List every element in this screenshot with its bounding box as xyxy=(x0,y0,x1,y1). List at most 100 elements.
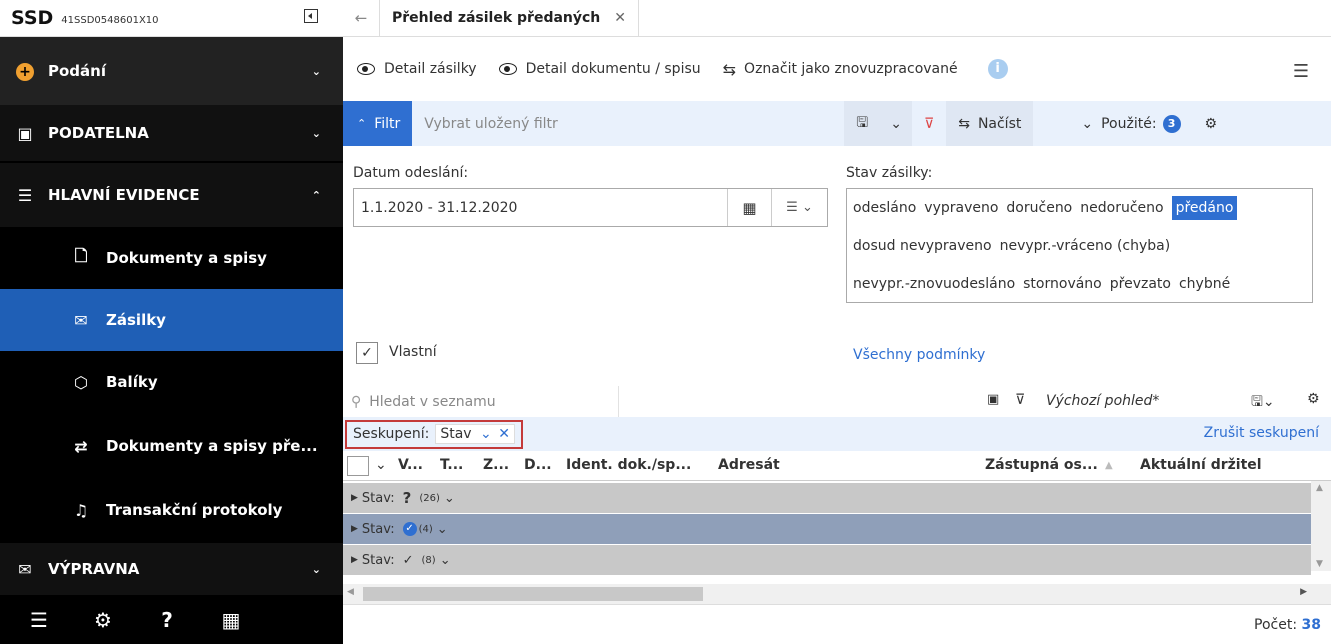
sidebar-item-hlavni-evidence[interactable]: ☰ HLAVNÍ EVIDENCE ⌃ xyxy=(0,163,343,227)
detail-document-label: Detail dokumentu / spisu xyxy=(525,61,701,77)
list-search-row: ⚲ Hledat v seznamu ▣ ⊽ Výchozí pohled* 🖫… xyxy=(343,386,1331,417)
column-header[interactable]: Aktuální držitel xyxy=(1140,457,1262,473)
close-icon[interactable]: ✕ xyxy=(614,10,626,26)
filter-icon[interactable]: ⊽ xyxy=(1015,392,1025,408)
menu-icon[interactable]: ☰ xyxy=(1293,61,1309,82)
calendar-icon[interactable]: ▦ xyxy=(727,189,771,226)
own-checkbox[interactable]: ✓ xyxy=(356,342,378,364)
used-label: Použité: xyxy=(1101,115,1157,132)
group-row[interactable]: ▶ Stav: ✓ (8) ⌄ xyxy=(343,545,1311,575)
state-option[interactable]: převzato xyxy=(1110,276,1171,292)
sidebar-item-baliky[interactable]: ⬡ Balíky xyxy=(0,351,343,413)
filter-toggle-button[interactable]: ⌃ Filtr xyxy=(343,101,413,146)
mark-reprocessed-button[interactable]: ⇆ Označit jako znovuzpracované xyxy=(723,60,958,79)
chevron-down-icon[interactable]: ⌄ xyxy=(437,522,448,537)
group-label: Stav: xyxy=(361,521,395,537)
grouping-bar: Seskupení: Stav ⌄ ✕ Zrušit seskupení xyxy=(343,417,1331,451)
date-range-field[interactable]: 1.1.2020 - 31.12.2020 ▦ ☰ ⌄ xyxy=(353,188,828,227)
state-option-selected[interactable]: předáno xyxy=(1171,196,1238,220)
tab-prehled-zasilek[interactable]: Přehled zásilek předaných ✕ xyxy=(379,0,640,37)
state-option[interactable]: dosud nevypraveno xyxy=(853,238,992,254)
chevron-up-icon: ⌃ xyxy=(357,117,367,130)
sidebar-item-dokumenty[interactable]: 🗋 Dokumenty a spisy xyxy=(0,227,343,289)
group-row[interactable]: ▶ Stav: ✓ (4) ⌄ xyxy=(343,514,1311,544)
group-row[interactable]: ▶ Stav: ? (26) ⌄ xyxy=(343,483,1311,513)
scroll-up-icon[interactable]: ▲ xyxy=(1316,483,1323,493)
load-button[interactable]: ⇆ Načíst xyxy=(946,101,1034,146)
state-option[interactable]: nevypr.-znovuodesláno xyxy=(853,276,1015,292)
all-conditions-link[interactable]: Všechny podmínky xyxy=(853,347,985,363)
state-option[interactable]: odesláno xyxy=(853,200,916,216)
eye-icon xyxy=(498,63,517,75)
list-icon[interactable]: ☰ xyxy=(14,608,64,632)
filter-dropdown-button[interactable]: ⌄ xyxy=(880,101,912,146)
sidebar-item-transakcni-protokoly[interactable]: ♫ Transakční protokoly xyxy=(0,479,343,541)
detail-shipment-button[interactable]: Detail zásilky xyxy=(357,61,477,77)
scroll-left-icon[interactable]: ◀ xyxy=(347,587,354,597)
list-search-input[interactable]: ⚲ Hledat v seznamu xyxy=(343,386,619,417)
scroll-right-icon[interactable]: ▶ xyxy=(1300,587,1307,597)
excel-export-icon[interactable]: ▣ xyxy=(987,392,999,407)
cancel-grouping-link[interactable]: Zrušit seskupení xyxy=(1204,425,1319,441)
save-filter-button[interactable]: 🖫 xyxy=(844,101,881,146)
back-arrow-icon[interactable]: ← xyxy=(343,9,379,27)
close-icon[interactable]: ✕ xyxy=(498,426,510,442)
collapse-sidebar-icon[interactable] xyxy=(304,9,318,23)
column-header[interactable]: Ident. dok./sp... xyxy=(566,457,691,473)
vertical-scrollbar[interactable]: ▲ ▼ xyxy=(1311,481,1331,571)
column-header[interactable]: V... xyxy=(398,457,423,473)
group-count: (26) xyxy=(419,492,440,504)
help-icon[interactable]: ? xyxy=(142,608,192,632)
grouping-tag[interactable]: Stav ⌄ ✕ xyxy=(435,424,515,444)
filter-actions: 🖫 ⌄ ⊽ ⇆ Načíst ⌄ Použité: 3 ⚙ xyxy=(844,101,1229,146)
clear-filter-button[interactable]: ⊽ xyxy=(912,101,946,146)
chevron-down-icon[interactable]: ⌄ xyxy=(480,426,492,442)
inbox-icon: ▣ xyxy=(17,123,33,143)
sidebar-item-podatelna[interactable]: ▣ PODATELNA ⌄ xyxy=(0,105,343,161)
used-filters-button[interactable]: ⌄ Použité: 3 xyxy=(1069,101,1192,146)
gear-icon[interactable]: ⚙ xyxy=(1307,391,1320,407)
sidebar-item-vypravna[interactable]: ✉ VÝPRAVNA ⌄ xyxy=(0,543,343,595)
info-icon[interactable]: i xyxy=(987,59,1008,79)
mark-reprocessed-label: Označit jako znovuzpracované xyxy=(744,61,958,77)
sidebar-item-podani[interactable]: + Podání ⌄ xyxy=(0,37,343,105)
sidebar-item-zasilky[interactable]: ✉ Zásilky xyxy=(0,289,343,351)
scrollbar-thumb[interactable] xyxy=(363,587,703,601)
column-menu-icon[interactable]: ⌄ xyxy=(375,457,387,473)
saved-filter-select[interactable]: Vybrat uložený filtr xyxy=(424,116,844,132)
expand-icon[interactable]: ▶ xyxy=(351,493,358,503)
calendar-icon[interactable]: ▦ xyxy=(206,608,256,632)
column-header[interactable]: Adresát xyxy=(718,457,780,473)
detail-shipment-label: Detail zásilky xyxy=(384,61,477,77)
column-header[interactable]: Z... xyxy=(483,457,509,473)
view-name[interactable]: Výchozí pohled* xyxy=(1046,393,1159,409)
package-icon: ⬡ xyxy=(74,372,88,392)
select-all-checkbox[interactable] xyxy=(347,456,369,476)
column-header[interactable]: T... xyxy=(440,457,463,473)
scroll-down-icon[interactable]: ▼ xyxy=(1316,559,1323,569)
horizontal-scrollbar[interactable]: ◀ ▶ xyxy=(343,584,1331,604)
sidebar-item-dokumenty-predane[interactable]: ⇄ Dokumenty a spisy pře... xyxy=(0,413,343,479)
chevron-down-icon[interactable]: ⌄ xyxy=(444,491,455,506)
column-header[interactable]: Zástupná os... xyxy=(985,457,1098,473)
filter-settings-button[interactable]: ⚙ xyxy=(1193,101,1230,146)
column-header[interactable]: D... xyxy=(524,457,552,473)
state-option[interactable]: chybné xyxy=(1179,276,1230,292)
detail-document-button[interactable]: Detail dokumentu / spisu xyxy=(498,61,701,77)
state-option[interactable]: doručeno xyxy=(1006,200,1072,216)
save-view-icon[interactable]: 🖫⌄ xyxy=(1251,391,1275,415)
expand-icon[interactable]: ▶ xyxy=(351,524,358,534)
state-option[interactable]: nedoručeno xyxy=(1080,200,1163,216)
state-option[interactable]: stornováno xyxy=(1023,276,1102,292)
gear-icon[interactable]: ⚙ xyxy=(78,608,128,632)
state-option[interactable]: vypraveno xyxy=(924,200,998,216)
group-label: Stav: xyxy=(361,490,395,506)
brand-logo: SSD xyxy=(11,7,54,29)
transfer-icon: ⇄ xyxy=(74,436,88,456)
chevron-down-icon[interactable]: ⌄ xyxy=(440,553,451,568)
search-icon: ⚲ xyxy=(351,393,362,410)
date-options-icon[interactable]: ☰ ⌄ xyxy=(771,189,827,226)
state-option[interactable]: nevypr.-vráceno (chyba) xyxy=(1000,238,1171,254)
table-header: ⌄ V... T... Z... D... Ident. dok./sp... … xyxy=(343,451,1331,481)
expand-icon[interactable]: ▶ xyxy=(351,555,358,565)
